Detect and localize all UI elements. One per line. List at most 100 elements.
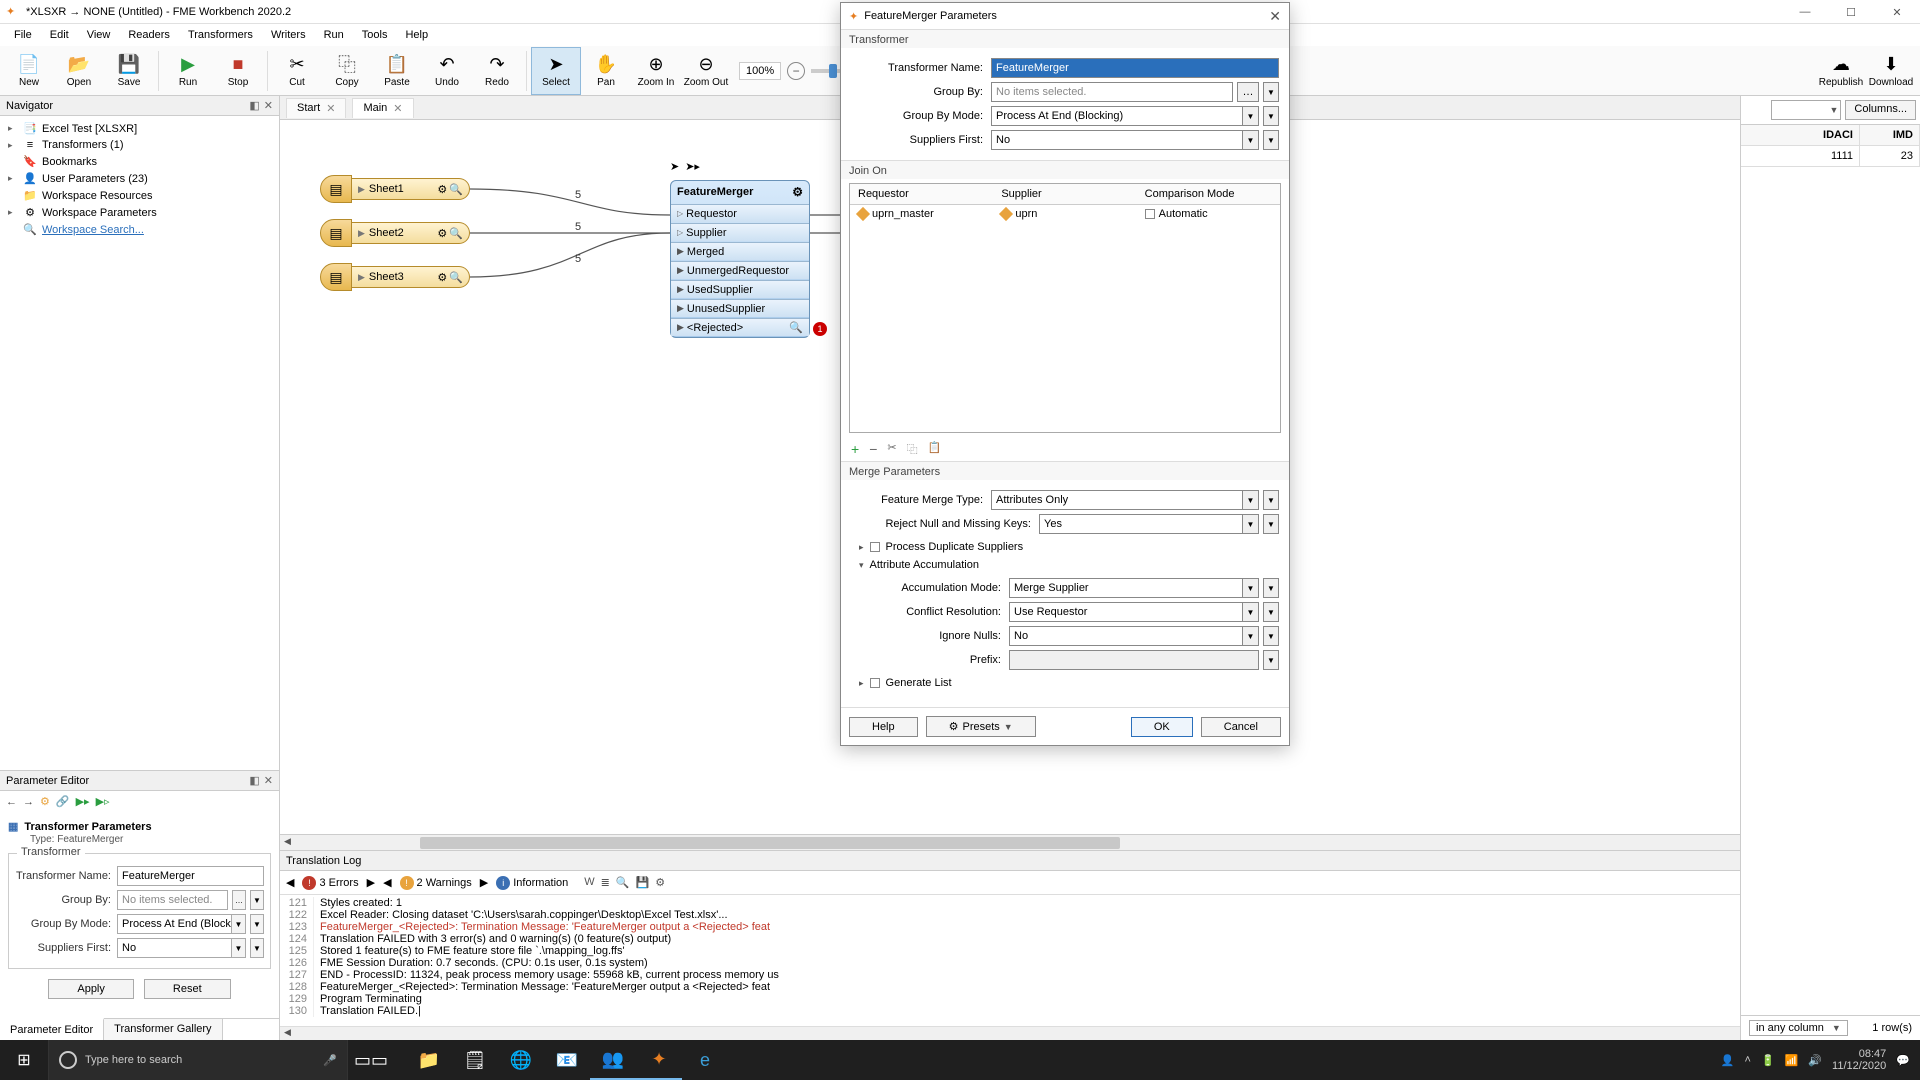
tab-transformer-gallery[interactable]: Transformer Gallery	[104, 1019, 222, 1040]
preview-select[interactable]: ▼	[1771, 100, 1841, 120]
gear-icon[interactable]: ⚙	[437, 227, 447, 240]
run-from-icon[interactable]: ▶▸	[76, 795, 90, 808]
tray-chevron-icon[interactable]: ˄	[1745, 1054, 1751, 1066]
dropdown-icon[interactable]: ▼	[1243, 602, 1259, 622]
back-icon[interactable]: ←	[6, 796, 17, 808]
expand-icon[interactable]: ▶	[358, 228, 365, 239]
filter-select[interactable]: in any column▼	[1749, 1020, 1848, 1036]
dropdown-icon[interactable]: ▼	[1263, 602, 1279, 622]
dropdown-icon[interactable]: ▼	[1263, 626, 1279, 646]
group-by-input[interactable]: No items selected.	[117, 890, 228, 910]
copy-button[interactable]: ⿻Copy	[322, 47, 372, 95]
preview-table[interactable]: IDACIIMD 111123	[1741, 124, 1920, 167]
featuremerger-transformer[interactable]: FeatureMerger⚙ ▷Requestor ▷Supplier ▶Mer…	[670, 180, 810, 338]
ellipsis-button[interactable]: …	[1237, 82, 1259, 102]
reader-sheet2[interactable]: ▤ ▶Sheet2⚙🔍	[320, 219, 470, 247]
zoom-percent[interactable]: 100%	[739, 62, 781, 80]
magnify-icon[interactable]: 🔍	[449, 183, 463, 196]
port-supplier[interactable]: ▷Supplier	[671, 223, 809, 241]
info-filter[interactable]: iInformation	[496, 876, 568, 890]
search-log-icon[interactable]: 🔍	[616, 876, 630, 889]
ellipsis-button[interactable]: …	[232, 890, 246, 910]
list-icon[interactable]: ≣	[601, 876, 610, 889]
nav-item[interactable]: ▸≡Transformers (1)	[4, 137, 275, 153]
menu-view[interactable]: View	[79, 27, 119, 43]
transformer-name-input[interactable]: FeatureMerger	[117, 866, 264, 886]
dropdown-icon[interactable]: ▼	[1243, 626, 1259, 646]
magnify-icon[interactable]: 🔍	[449, 271, 463, 284]
close-tab-icon[interactable]: ✕	[326, 102, 335, 115]
dropdown-icon[interactable]: ▼	[250, 938, 264, 958]
dropdown-icon[interactable]: ▼	[232, 914, 246, 934]
scrollbar-thumb[interactable]	[420, 837, 1120, 849]
magnify-icon[interactable]: 🔍	[789, 321, 803, 334]
zoom-minus[interactable]: −	[787, 62, 805, 80]
prefix-input[interactable]	[1009, 650, 1259, 670]
canvas-scrollbar[interactable]: ◀▶	[280, 834, 1920, 850]
expand-icon[interactable]: ▶	[358, 272, 365, 283]
stop-button[interactable]: ■Stop	[213, 47, 263, 95]
checkbox-icon[interactable]	[870, 542, 880, 552]
task-view-icon[interactable]: ▭▭	[348, 1040, 394, 1080]
teams-icon[interactable]: 👥	[590, 1040, 636, 1080]
nav-item[interactable]: 🔍Workspace Search...	[4, 221, 275, 238]
undo-button[interactable]: ↶Undo	[422, 47, 472, 95]
next-warn-button[interactable]: ▶	[480, 876, 488, 889]
col-header[interactable]: IDACI	[1741, 125, 1860, 146]
process-duplicate-suppliers-toggle[interactable]: ▸Process Duplicate Suppliers	[851, 538, 1279, 556]
prev-button[interactable]: ◀	[286, 876, 294, 889]
dropdown-icon[interactable]: ▼	[1243, 106, 1259, 126]
transformer-name-input[interactable]: FeatureMerger	[991, 58, 1279, 78]
reader-sheet1[interactable]: ▤ ▶Sheet1⚙🔍	[320, 175, 470, 203]
reject-null-select[interactable]: Yes	[1039, 514, 1243, 534]
col-header[interactable]: IMD	[1860, 125, 1920, 146]
dropdown-icon[interactable]: ▼	[1243, 514, 1259, 534]
paste-button[interactable]: 📋Paste	[372, 47, 422, 95]
cut-icon[interactable]: ✂	[887, 441, 896, 457]
checkbox-icon[interactable]	[870, 678, 880, 688]
menu-help[interactable]: Help	[397, 27, 436, 43]
people-icon[interactable]: 👤	[1721, 1054, 1735, 1067]
col-header[interactable]: Comparison Mode	[1137, 184, 1280, 204]
group-by-mode-select[interactable]: Process At End (Blocking)	[117, 914, 232, 934]
run-button[interactable]: ▶Run	[163, 47, 213, 95]
open-button[interactable]: 📂Open	[54, 47, 104, 95]
gear-icon[interactable]: ⚙	[437, 271, 447, 284]
word-wrap-icon[interactable]: W	[584, 876, 594, 889]
dropdown-icon[interactable]: ▼	[1263, 514, 1279, 534]
dock-icon[interactable]: ◧	[249, 774, 259, 787]
copy-icon[interactable]: ⿻	[907, 441, 918, 457]
menu-run[interactable]: Run	[316, 27, 352, 43]
cut-button[interactable]: ✂Cut	[272, 47, 322, 95]
menu-readers[interactable]: Readers	[120, 27, 178, 43]
dropdown-icon[interactable]: ▼	[1263, 130, 1279, 150]
group-by-input[interactable]: No items selected.	[991, 82, 1233, 102]
battery-icon[interactable]: 🔋	[1761, 1054, 1775, 1067]
zoom-in-tool[interactable]: ⊕Zoom In	[631, 47, 681, 95]
help-button[interactable]: Help	[849, 717, 918, 737]
dropdown-icon[interactable]: ▼	[1263, 578, 1279, 598]
close-panel-icon[interactable]: ✕	[264, 774, 273, 787]
ok-button[interactable]: OK	[1131, 717, 1193, 737]
port-rejected[interactable]: ▶<Rejected>🔍	[671, 318, 809, 336]
presets-button[interactable]: ⚙Presets▼	[926, 716, 1036, 737]
tab-start[interactable]: Start✕	[286, 98, 346, 118]
nav-item[interactable]: 📁Workspace Resources	[4, 187, 275, 204]
reset-button[interactable]: Reset	[144, 979, 231, 999]
columns-button[interactable]: Columns...	[1845, 100, 1916, 120]
gear-icon[interactable]: ⚙	[437, 183, 447, 196]
download-button[interactable]: ⬇Download	[1866, 47, 1916, 95]
next-button[interactable]: ▶	[367, 876, 375, 889]
dialog-titlebar[interactable]: ✦ FeatureMerger Parameters ✕	[841, 3, 1289, 29]
port-used-supplier[interactable]: ▶UsedSupplier	[671, 280, 809, 298]
tab-param-editor[interactable]: Parameter Editor	[0, 1018, 104, 1040]
cancel-button[interactable]: Cancel	[1201, 717, 1281, 737]
reader-sheet3[interactable]: ▤ ▶Sheet3⚙🔍	[320, 263, 470, 291]
zoom-out-tool[interactable]: ⊖Zoom Out	[681, 47, 731, 95]
gear-icon[interactable]: ⚙	[792, 185, 803, 199]
paste-icon[interactable]: 📋	[928, 441, 942, 457]
prev-warn-button[interactable]: ◀	[383, 876, 391, 889]
dropdown-icon[interactable]: ▼	[1243, 578, 1259, 598]
group-by-mode-select[interactable]: Process At End (Blocking)	[991, 106, 1243, 126]
fme-taskbar-icon[interactable]: ✦	[636, 1040, 682, 1080]
